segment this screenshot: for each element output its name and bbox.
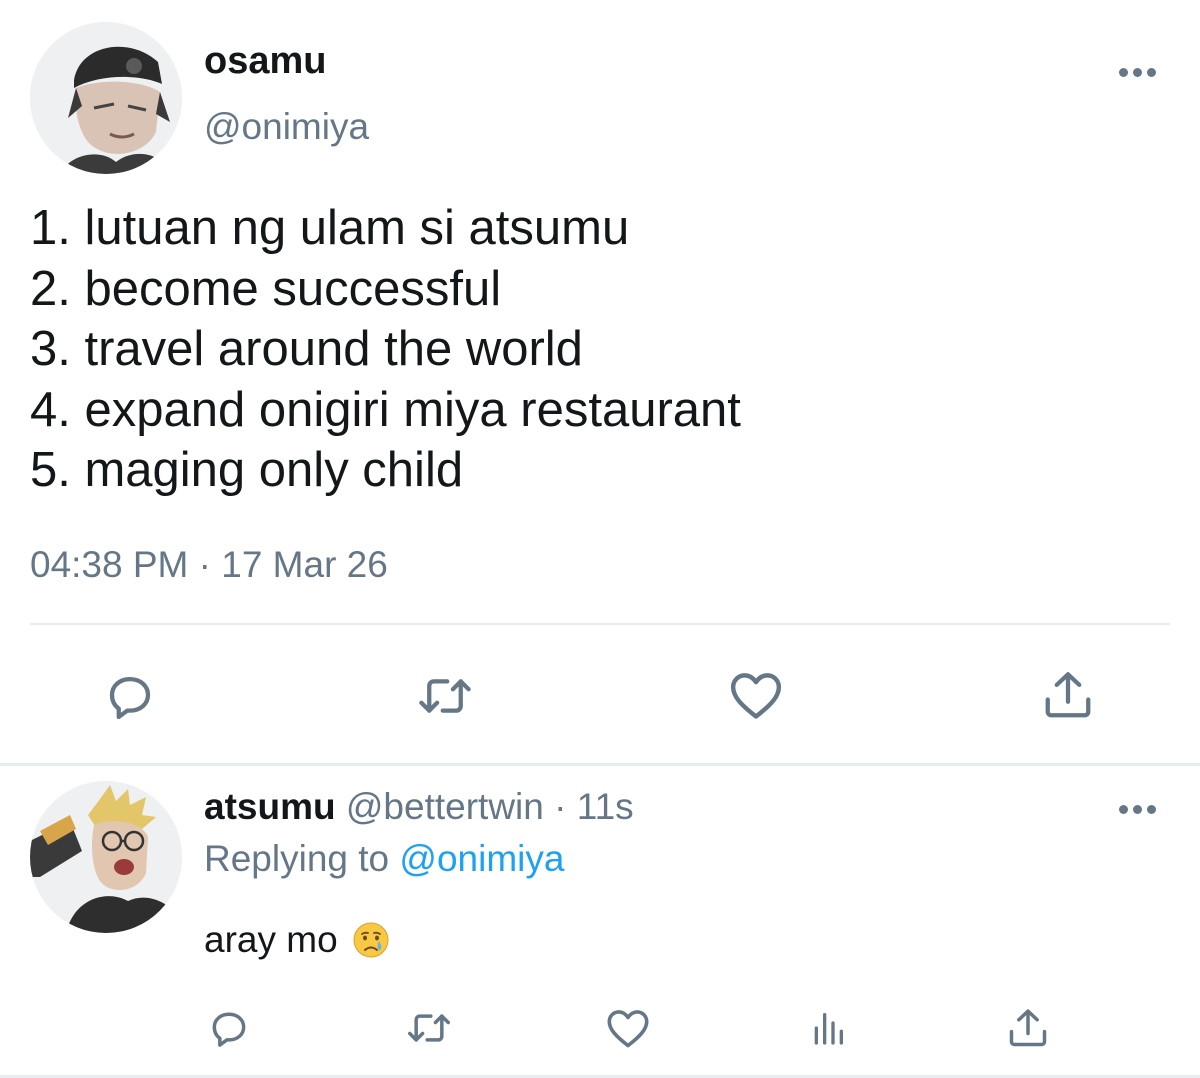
- author-handle[interactable]: @onimiya: [204, 104, 369, 150]
- replying-to: Replying to @onimiya: [204, 836, 564, 882]
- tweet-line: 3. travel around the world: [30, 322, 583, 376]
- tweet-text: 1. lutuan ng ulam si atsumu 2. become su…: [30, 198, 1150, 501]
- share-icon[interactable]: [1004, 1004, 1052, 1052]
- replying-handle-link[interactable]: @onimiya: [399, 838, 564, 879]
- replying-prefix: Replying to: [204, 838, 390, 879]
- author-name[interactable]: osamu: [204, 38, 326, 84]
- reply-header: atsumu @bettertwin · 11s: [204, 784, 634, 830]
- analytics-icon[interactable]: [804, 1004, 852, 1052]
- avatar-osamu[interactable]: [30, 22, 182, 174]
- tweet-line: 4. expand onigiri miya restaurant: [30, 382, 741, 437]
- reply-author-handle[interactable]: @bettertwin: [346, 786, 544, 827]
- more-options-icon[interactable]: [1119, 66, 1159, 78]
- avatar-atsumu[interactable]: [30, 781, 182, 933]
- reply-icon[interactable]: [205, 1004, 253, 1052]
- reply-text-content: aray mo: [204, 919, 338, 960]
- like-icon[interactable]: [726, 664, 786, 726]
- reply-text: aray mo: [204, 916, 390, 964]
- separator-dot: ·: [554, 786, 567, 827]
- tweet-timestamp[interactable]: 04:38 PM · 17 Mar 26: [30, 541, 388, 589]
- reply-icon[interactable]: [100, 666, 160, 726]
- tweet-line: 1. lutuan ng ulam si atsumu: [30, 201, 630, 255]
- retweet-icon[interactable]: [402, 1004, 456, 1052]
- tweet-line: 5. maging only child: [30, 443, 464, 497]
- divider: [0, 763, 1200, 766]
- reply-time[interactable]: 11s: [577, 786, 634, 827]
- like-icon[interactable]: [604, 1004, 652, 1052]
- more-options-icon[interactable]: [1119, 803, 1159, 815]
- tweet-line: 2. become successful: [30, 261, 502, 316]
- share-icon[interactable]: [1038, 664, 1098, 726]
- retweet-icon[interactable]: [412, 666, 478, 726]
- reply-author-name[interactable]: atsumu: [204, 786, 336, 827]
- crying-face-emoji: [352, 921, 390, 959]
- divider: [30, 623, 1170, 625]
